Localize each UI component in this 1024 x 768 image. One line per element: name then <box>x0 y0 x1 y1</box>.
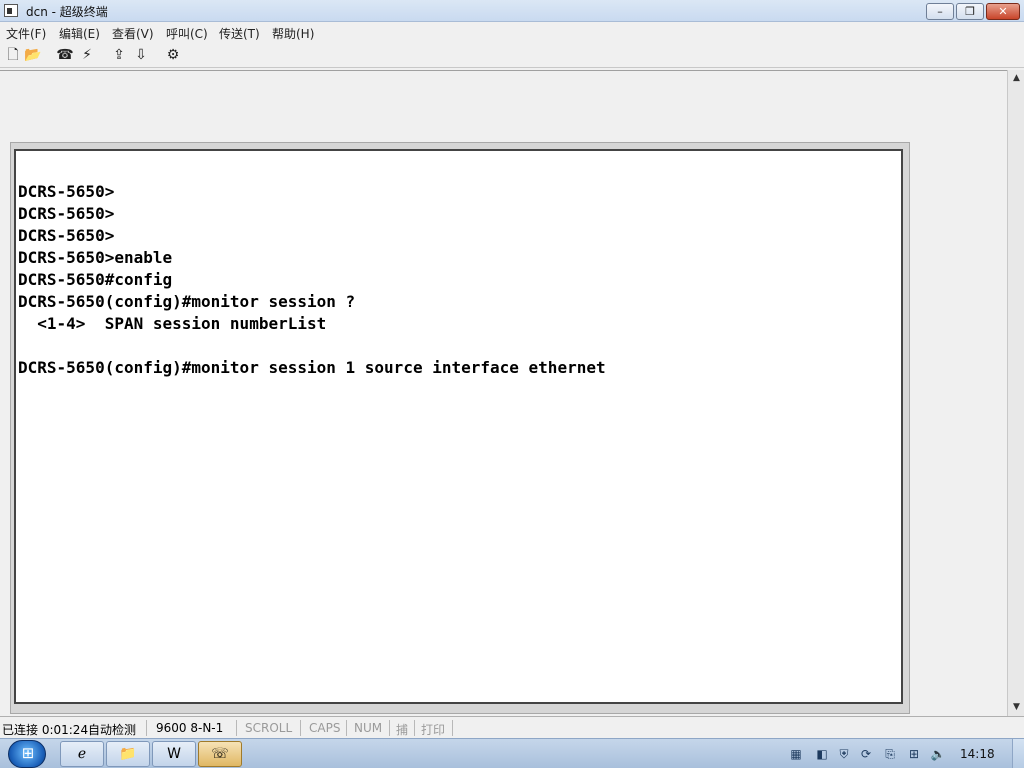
terminal-line: DCRS-5650(config)#monitor session 1 sour… <box>18 358 606 377</box>
properties-icon[interactable]: ⚙ <box>164 46 182 64</box>
clock[interactable]: 14:18 <box>960 747 995 761</box>
window-title: dcn - 超级终端 <box>26 5 108 19</box>
terminal-line: DCRS-5650#config <box>18 270 173 289</box>
scroll-up-icon[interactable]: ▲ <box>1008 70 1024 87</box>
terminal-line: DCRS-5650> <box>18 226 115 245</box>
menu-bar: 文件(F) 编辑(E) 查看(V) 呼叫(C) 传送(T) 帮助(H) <box>0 22 1024 42</box>
media-icon[interactable]: ▦ <box>788 746 804 762</box>
status-divider <box>414 720 415 736</box>
status-divider <box>236 720 237 736</box>
status-divider <box>346 720 347 736</box>
status-divider <box>389 720 390 736</box>
connection-status: 已连接 0:01:24 <box>2 723 89 737</box>
print-indicator: 打印 <box>421 723 446 737</box>
status-bar: 已连接 0:01:24 自动检测 9600 8-N-1 SCROLL CAPS … <box>0 716 1024 738</box>
send-icon[interactable]: ⇪ <box>110 46 128 64</box>
scroll-down-icon[interactable]: ▼ <box>1008 699 1024 716</box>
security-icon[interactable]: ⛨ <box>836 746 852 762</box>
menu-help[interactable]: 帮助(H) <box>272 25 314 42</box>
minimize-button[interactable]: – <box>926 3 954 20</box>
ie-icon[interactable]: ℯ <box>60 741 104 767</box>
menu-edit[interactable]: 编辑(E) <box>59 25 100 42</box>
update-icon[interactable]: ⟳ <box>858 746 874 762</box>
open-icon[interactable]: 📂 <box>24 46 42 64</box>
volume-icon[interactable]: 🔈 <box>930 746 946 762</box>
maximize-button[interactable]: ❐ <box>956 3 984 20</box>
close-button[interactable]: ✕ <box>986 3 1020 20</box>
terminal-line: DCRS-5650(config)#monitor session ? <box>18 292 356 311</box>
detect-status: 自动检测 <box>88 723 137 737</box>
menu-transfer[interactable]: 传送(T) <box>219 25 260 42</box>
app-icon[interactable] <box>4 4 18 17</box>
receive-icon[interactable]: ⇩ <box>132 46 150 64</box>
word-icon[interactable]: W <box>152 741 196 767</box>
terminal-line: <1-4> SPAN session numberList <box>18 314 327 333</box>
hyperterminal-icon[interactable]: ☏ <box>198 741 242 767</box>
vertical-scrollbar[interactable]: ▲ ▼ <box>1007 70 1024 716</box>
status-divider <box>146 720 147 736</box>
menu-call[interactable]: 呼叫(C) <box>166 25 208 42</box>
network-connection-icon[interactable]: ⊞ <box>906 746 922 762</box>
num-indicator: NUM <box>354 721 383 735</box>
new-icon[interactable]: 🗋 <box>4 46 22 64</box>
dial-icon[interactable]: ☎ <box>56 46 74 64</box>
show-desktop-button[interactable] <box>1012 739 1024 768</box>
toolbar: 🗋 📂 ☎ ⚡ ⇪ ⇩ ⚙ <box>0 42 1024 68</box>
status-divider <box>452 720 453 736</box>
network-icon[interactable]: ◧ <box>814 746 830 762</box>
terminal-line: DCRS-5650> <box>18 182 115 201</box>
terminal-line: DCRS-5650>enable <box>18 248 173 267</box>
explorer-icon[interactable]: 📁 <box>106 741 150 767</box>
terminal-line: DCRS-5650> <box>18 204 115 223</box>
caps-indicator: CAPS <box>309 721 341 735</box>
hangup-icon[interactable]: ⚡ <box>78 46 96 64</box>
taskbar: ℯ 📁 W ☏ ▦ ◧ ⛨ ⟳ ⎘ ⊞ 🔈 14:18 <box>0 738 1024 768</box>
terminal-screen[interactable]: DCRS-5650> DCRS-5650> DCRS-5650> DCRS-56… <box>14 149 903 704</box>
status-divider <box>300 720 301 736</box>
usb-icon[interactable]: ⎘ <box>882 746 898 762</box>
title-bar: dcn - 超级终端 – ❐ ✕ <box>0 0 1024 22</box>
menu-view[interactable]: 查看(V) <box>112 25 154 42</box>
menu-file[interactable]: 文件(F) <box>6 25 46 42</box>
baud-status: 9600 8-N-1 <box>156 721 224 735</box>
capture-indicator: 捕 <box>396 723 409 737</box>
start-button[interactable] <box>8 740 47 768</box>
terminal-output: DCRS-5650> DCRS-5650> DCRS-5650> DCRS-56… <box>18 181 606 379</box>
scroll-indicator: SCROLL <box>245 721 293 735</box>
